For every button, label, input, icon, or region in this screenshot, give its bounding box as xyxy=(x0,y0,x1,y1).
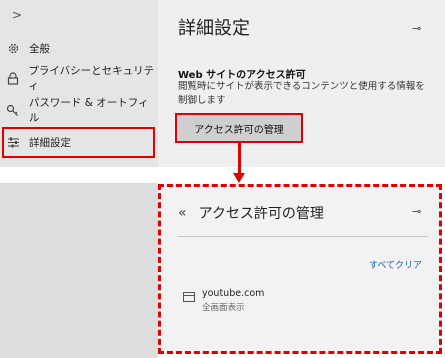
expand-chevron-icon[interactable]: > xyxy=(12,8,22,22)
permissions-header: « アクセス許可の管理 xyxy=(178,203,324,223)
sidebar-item-privacy[interactable]: プライバシーとセキュリティ xyxy=(6,65,158,92)
pin-icon[interactable]: ⊸ xyxy=(412,22,421,35)
key-icon xyxy=(6,103,20,117)
pin-icon[interactable]: ⊸ xyxy=(412,205,421,218)
divider xyxy=(178,236,428,237)
sidebar-item-general[interactable]: 全般 xyxy=(6,36,50,60)
page-title: アクセス許可の管理 xyxy=(198,206,324,222)
settings-sidebar: > 全般 プライバシーとセキュリティ パスワード & オートフィル 詳細設定 xyxy=(0,0,158,167)
arrow-down-icon xyxy=(233,173,245,183)
page-title: 詳細設定 xyxy=(178,18,250,39)
back-icon[interactable]: « xyxy=(178,205,187,221)
section-description: 閲覧時にサイトが表示できるコンテンツと使用する情報を制御します xyxy=(178,81,425,106)
sidebar-item-label: 全般 xyxy=(29,42,50,55)
sidebar-item-label: パスワード & オートフィル xyxy=(28,97,149,124)
site-name: youtube.com xyxy=(202,288,265,299)
sidebar-item-label: プライバシーとセキュリティ xyxy=(28,65,155,92)
section-title: Web サイトのアクセス許可 xyxy=(178,70,306,81)
clear-all-link[interactable]: すべてクリア xyxy=(369,258,422,271)
window-icon xyxy=(183,292,195,302)
lock-icon xyxy=(6,71,19,85)
sidebar-item-passwords[interactable]: パスワード & オートフィル xyxy=(6,97,158,124)
edge-advanced-settings-panel: > 全般 プライバシーとセキュリティ パスワード & オートフィル 詳細設定 詳… xyxy=(0,0,445,167)
manage-permissions-button[interactable]: アクセス許可の管理 xyxy=(175,113,303,143)
sidebar-background xyxy=(0,183,158,358)
site-permission: 全画面表示 xyxy=(202,303,245,313)
gear-icon xyxy=(6,41,20,55)
arrow-shaft xyxy=(238,143,241,175)
selected-item-highlight xyxy=(2,127,155,158)
